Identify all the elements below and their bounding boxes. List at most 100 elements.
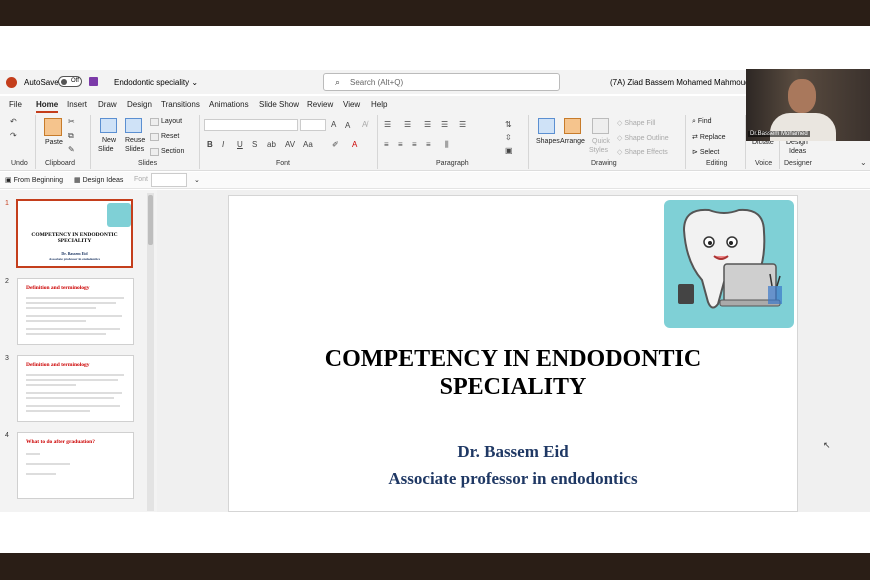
section-icon xyxy=(150,148,159,156)
from-beginning-button[interactable]: ▣ From Beginning xyxy=(5,176,63,184)
smartart-icon[interactable]: ▣ xyxy=(505,146,513,155)
slide-thumbnail-2[interactable]: Definition and terminology xyxy=(17,278,134,345)
text-direction-icon[interactable]: ⇅ xyxy=(505,120,512,129)
format-painter-icon[interactable]: ✎ xyxy=(68,145,75,154)
slide-thumbnail-4[interactable]: What to do after graduation? xyxy=(17,432,134,499)
select-label: Select xyxy=(699,149,720,156)
reset-button[interactable]: Reset xyxy=(161,133,179,140)
quick-access-toolbar xyxy=(0,172,870,189)
find-button[interactable]: ⌕ Find xyxy=(692,118,712,126)
menu-insert[interactable]: Insert xyxy=(67,100,87,109)
shapes-button[interactable]: Shapes xyxy=(536,138,560,145)
menu-animations[interactable]: Animations xyxy=(209,100,249,109)
shapes-icon[interactable] xyxy=(538,118,555,134)
designer-group-label: Designer xyxy=(784,160,813,167)
thumbnail-text-line xyxy=(26,333,106,335)
collapse-ribbon-icon[interactable]: ⌄ xyxy=(860,158,867,167)
numbering-icon[interactable]: ☰ xyxy=(404,120,411,129)
font-family-box[interactable] xyxy=(204,119,298,131)
paste-icon[interactable] xyxy=(44,118,62,136)
thumbnail-title: COMPETENCY IN ENDODONTIC SPECIALITY xyxy=(18,232,131,244)
menu-review[interactable]: Review xyxy=(307,100,333,109)
design-ideas-quick-button[interactable]: ▦ Design Ideas xyxy=(74,176,123,184)
menu-slide-show[interactable]: Slide Show xyxy=(259,100,299,109)
arrange-button[interactable]: Arrange xyxy=(560,138,585,145)
layout-button[interactable]: Layout xyxy=(161,118,182,125)
redo-icon[interactable]: ↷ xyxy=(10,131,17,140)
undo-icon[interactable]: ↶ xyxy=(10,117,17,126)
shrink-font-icon[interactable]: A xyxy=(345,121,350,130)
copy-icon[interactable]: ⧉ xyxy=(68,131,74,141)
align-text-icon[interactable]: ⇳ xyxy=(505,133,512,142)
shadow-icon[interactable]: S xyxy=(252,140,257,149)
strikethrough-icon[interactable]: ab xyxy=(267,140,276,149)
font-quick-box[interactable] xyxy=(151,173,187,187)
new-slide-button[interactable]: New xyxy=(102,137,116,144)
quick-styles-icon[interactable] xyxy=(592,118,609,134)
save-icon[interactable] xyxy=(89,77,98,86)
thumbnail-text-line xyxy=(26,392,122,394)
bullets-icon[interactable]: ☰ xyxy=(384,120,391,129)
thumbnail-scroll-thumb[interactable] xyxy=(148,195,153,245)
menu-file[interactable]: File xyxy=(9,100,22,109)
align-center-icon[interactable]: ≡ xyxy=(398,140,403,149)
quick-styles-button-line2[interactable]: Styles xyxy=(589,147,608,154)
design-ideas-button-line2[interactable]: Ideas xyxy=(789,148,806,155)
slide-title[interactable]: COMPETENCY IN ENDODONTIC SPECIALITY xyxy=(228,345,798,401)
paste-button[interactable]: Paste xyxy=(45,139,63,146)
menu-transitions[interactable]: Transitions xyxy=(161,100,200,109)
font-size-box[interactable] xyxy=(300,119,326,131)
spacing-icon[interactable]: AV xyxy=(285,140,295,149)
quick-styles-button[interactable]: Quick xyxy=(592,138,610,145)
italic-icon[interactable]: I xyxy=(222,140,224,149)
search-input[interactable]: ⌕ Search (Alt+Q) xyxy=(323,73,560,91)
slide-title-line2: SPECIALITY xyxy=(439,374,587,400)
slide-thumbnail-3[interactable]: Definition and terminology xyxy=(17,355,134,422)
tooth-laptop-illustration xyxy=(664,200,794,328)
autosave-toggle[interactable]: Off xyxy=(58,76,82,87)
menu-design[interactable]: Design xyxy=(127,100,152,109)
shape-effects-button[interactable]: ◇ Shape Effects xyxy=(617,148,668,156)
search-icon: ⌕ xyxy=(335,77,341,87)
section-button[interactable]: Section xyxy=(161,148,184,155)
columns-icon[interactable]: ⫼ xyxy=(445,140,449,150)
line-spacing-icon[interactable]: ☰ xyxy=(459,120,466,129)
font-quick-label: Font xyxy=(134,176,149,183)
decrease-indent-icon[interactable]: ☰ xyxy=(424,120,431,129)
new-slide-button-line2[interactable]: Slide xyxy=(98,146,114,153)
cut-icon[interactable]: ✂ xyxy=(68,117,75,126)
shape-outline-button[interactable]: ◇ Shape Outline xyxy=(617,134,669,142)
underline-icon[interactable]: U xyxy=(237,140,243,149)
arrange-icon[interactable] xyxy=(564,118,581,134)
justify-icon[interactable]: ≡ xyxy=(426,140,431,149)
new-slide-icon[interactable] xyxy=(100,118,117,133)
menu-draw[interactable]: Draw xyxy=(98,100,117,109)
thumbnail-text-line xyxy=(26,410,90,412)
grow-font-icon[interactable]: A xyxy=(331,120,336,129)
reuse-slides-icon[interactable] xyxy=(125,118,142,133)
font-color-icon[interactable]: A xyxy=(352,140,357,149)
slide-author[interactable]: Dr. Bassem Eid xyxy=(228,442,798,462)
clear-format-icon[interactable]: A̸ xyxy=(362,120,367,129)
menu-view[interactable]: View xyxy=(343,100,360,109)
increase-indent-icon[interactable]: ☰ xyxy=(441,120,448,129)
highlight-icon[interactable]: ✐ xyxy=(332,140,339,149)
customize-toolbar-icon[interactable]: ⌄ xyxy=(194,176,200,184)
reuse-slides-button-line2[interactable]: Slides xyxy=(125,146,144,153)
select-button[interactable]: ⊳ Select xyxy=(692,148,719,156)
align-right-icon[interactable]: ≡ xyxy=(412,140,417,149)
align-left-icon[interactable]: ≡ xyxy=(384,140,389,149)
thumbnail-text-line xyxy=(26,379,118,381)
shape-fill-label: Shape Fill xyxy=(624,120,656,127)
slide-thumbnail-1[interactable]: COMPETENCY IN ENDODONTIC SPECIALITY Dr. B… xyxy=(16,199,133,268)
document-name[interactable]: Endodontic speciality ⌄ xyxy=(114,78,198,87)
reuse-slides-button[interactable]: Reuse xyxy=(125,137,145,144)
slide-role[interactable]: Associate professor in endodontics xyxy=(228,469,798,489)
user-name[interactable]: (7A) Ziad Bassem Mohamed Mahmoud Eid xyxy=(610,78,763,87)
menu-home[interactable]: Home xyxy=(36,100,58,109)
shape-fill-button[interactable]: ◇ Shape Fill xyxy=(617,119,655,127)
menu-help[interactable]: Help xyxy=(371,100,387,109)
change-case-icon[interactable]: Aa xyxy=(303,140,313,149)
replace-button[interactable]: ⇄ Replace xyxy=(692,133,726,141)
bold-icon[interactable]: B xyxy=(207,140,213,149)
